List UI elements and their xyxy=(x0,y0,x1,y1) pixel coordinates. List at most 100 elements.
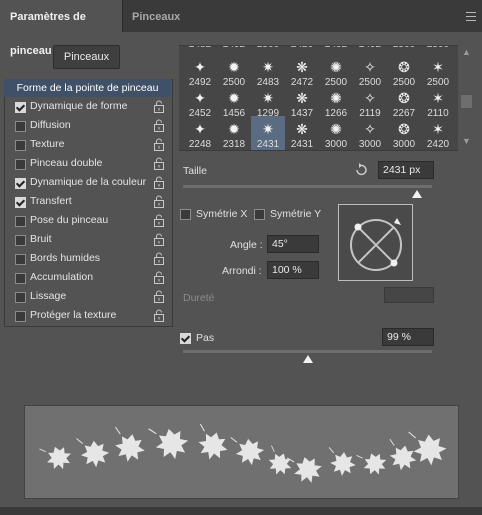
spacing-input[interactable]: 99 % xyxy=(382,328,434,346)
roundness-input[interactable]: 100 % xyxy=(267,261,319,279)
size-input[interactable]: 2431 px xyxy=(378,161,434,179)
brush-tip-cell[interactable]: ✹ 2318 xyxy=(217,116,251,150)
spacing-checkbox[interactable] xyxy=(180,333,191,344)
brush-tip-cell[interactable]: ✧ 3000 xyxy=(353,116,387,150)
size-slider-knob[interactable] xyxy=(412,190,423,198)
option-item[interactable]: Pinceau double xyxy=(5,154,171,173)
flip-y-checkbox[interactable] xyxy=(254,209,265,220)
option-checkbox[interactable] xyxy=(15,178,26,189)
leaf-stamp xyxy=(268,445,292,475)
lock-icon[interactable] xyxy=(153,233,165,246)
option-checkbox[interactable] xyxy=(15,102,26,113)
option-checkbox[interactable] xyxy=(15,216,26,227)
lock-icon[interactable] xyxy=(153,176,165,189)
brush-tip-cell[interactable]: ✷ 2483 xyxy=(251,54,285,88)
option-checkbox[interactable] xyxy=(15,273,26,284)
brush-tip-cell[interactable]: ✦ 2492 xyxy=(183,54,217,88)
brush-tip-cell[interactable]: ❂ 2267 xyxy=(387,85,421,119)
brush-tip-cell[interactable]: ✦ 2452 xyxy=(183,85,217,119)
lock-icon[interactable] xyxy=(153,271,165,284)
option-checkbox[interactable] xyxy=(15,311,26,322)
lock-icon[interactable] xyxy=(153,214,165,227)
spacing-slider-track[interactable] xyxy=(183,350,432,353)
option-item[interactable]: Bruit xyxy=(5,230,171,249)
brush-tip-cell[interactable]: ❋ 1437 xyxy=(285,85,319,119)
option-item[interactable]: Texture xyxy=(5,135,171,154)
brush-tip-cell[interactable]: ✧ 2119 xyxy=(353,85,387,119)
option-checkbox[interactable] xyxy=(15,292,26,303)
option-item[interactable]: Diffusion xyxy=(5,116,171,135)
option-checkbox[interactable] xyxy=(15,121,26,132)
lock-icon[interactable] xyxy=(153,138,165,151)
leaf-stamp xyxy=(198,423,228,460)
lock-icon[interactable] xyxy=(153,195,165,208)
angle-roundness-preview[interactable] xyxy=(338,204,413,281)
tab-brushes[interactable]: Pinceaux xyxy=(122,0,190,32)
leaf-stamp xyxy=(114,426,145,462)
option-checkbox[interactable] xyxy=(15,197,26,208)
brush-tip-cell[interactable]: ✷ 1299 xyxy=(251,85,285,119)
size-slider-track[interactable] xyxy=(183,185,432,188)
brush-tip-cell[interactable]: ✦ 2248 xyxy=(183,116,217,150)
option-item[interactable]: Protéger la texture xyxy=(5,306,171,325)
brush-size-number: 3000 xyxy=(324,139,348,150)
brush-size-number: 2500 xyxy=(251,46,285,50)
flip-x-checkbox[interactable] xyxy=(180,209,191,220)
roundness-label: Arrondi : xyxy=(222,265,262,277)
lock-icon[interactable] xyxy=(153,309,165,322)
option-item[interactable]: Accumulation xyxy=(5,268,171,287)
scroll-thumb[interactable] xyxy=(461,95,472,108)
size-label: Taille xyxy=(183,165,207,177)
brush-tip-shape-item[interactable]: Forme de la pointe de pinceau xyxy=(4,79,171,97)
option-item[interactable]: Dynamique de la couleur xyxy=(5,173,171,192)
option-item[interactable]: Dynamique de forme xyxy=(5,97,171,116)
brush-tip-cell[interactable]: ✺ 3000 xyxy=(319,116,353,150)
scroll-down-icon[interactable]: ▼ xyxy=(462,136,471,146)
flip-x-label: Symétrie X xyxy=(196,208,248,220)
lock-icon[interactable] xyxy=(153,252,165,265)
brush-tip-cell[interactable]: ✹ 2500 xyxy=(217,54,251,88)
brush-tip-cell[interactable]: ✺ 1266 xyxy=(319,85,353,119)
brush-size-number: 3000 xyxy=(392,139,416,150)
brush-grid-top-row: 24822492250024262492249225002500 xyxy=(179,46,458,52)
brush-tip-cell[interactable]: ✹ 1456 xyxy=(217,85,251,119)
lock-icon[interactable] xyxy=(153,157,165,170)
brush-tip-cell[interactable]: ❂ 3000 xyxy=(387,116,421,150)
reset-size-icon[interactable] xyxy=(353,163,369,177)
spacing-slider-knob[interactable] xyxy=(302,355,313,363)
brush-tip-cell[interactable]: ✺ 2500 xyxy=(319,54,353,88)
option-checkbox[interactable] xyxy=(15,235,26,246)
brush-tip-cell[interactable]: ✶ 2110 xyxy=(421,85,455,119)
option-checkbox[interactable] xyxy=(15,254,26,265)
brush-size-number: 2431 xyxy=(290,139,314,150)
option-label: Texture xyxy=(30,138,65,150)
brush-thumbnail-icon: ✶ xyxy=(432,59,444,75)
option-item[interactable]: Bords humides xyxy=(5,249,171,268)
option-item[interactable]: Lissage xyxy=(5,287,171,306)
flip-y-label: Symétrie Y xyxy=(270,208,322,220)
brush-tip-cell[interactable]: ✶ 2420 xyxy=(421,116,455,150)
lock-icon[interactable] xyxy=(153,119,165,132)
brushes-button[interactable]: Pinceaux xyxy=(53,45,120,69)
brush-tip-cell[interactable]: ✶ 2500 xyxy=(421,54,455,88)
angle-input[interactable]: 45° xyxy=(267,235,319,253)
brush-size-number: 2426 xyxy=(285,46,319,50)
option-item[interactable]: Transfert xyxy=(5,192,171,211)
brush-tip-cell[interactable]: ✧ 2500 xyxy=(353,54,387,88)
tab-brush-settings[interactable]: Paramètres de pinceau xyxy=(0,0,122,57)
angle-dial-icon[interactable] xyxy=(339,205,412,280)
option-item[interactable]: Pose du pinceau xyxy=(5,211,171,230)
scroll-up-icon[interactable]: ▲ xyxy=(462,47,471,57)
option-checkbox[interactable] xyxy=(15,140,26,151)
brush-tip-cell[interactable]: ❋ 2431 xyxy=(285,116,319,150)
brush-tip-cell[interactable]: ❂ 2500 xyxy=(387,54,421,88)
brush-thumbnail-icon: ✧ xyxy=(364,121,376,137)
lock-icon[interactable] xyxy=(153,290,165,303)
hamburger-menu-icon[interactable] xyxy=(466,12,476,21)
brush-tip-cell[interactable]: ✷ 2431 xyxy=(251,116,285,150)
brush-thumbnail-icon: ✦ xyxy=(194,121,206,137)
option-checkbox[interactable] xyxy=(15,159,26,170)
lock-icon[interactable] xyxy=(153,100,165,113)
brush-tip-cell[interactable]: ❋ 2472 xyxy=(285,54,319,88)
brush-size-number: 2492 xyxy=(353,46,387,50)
